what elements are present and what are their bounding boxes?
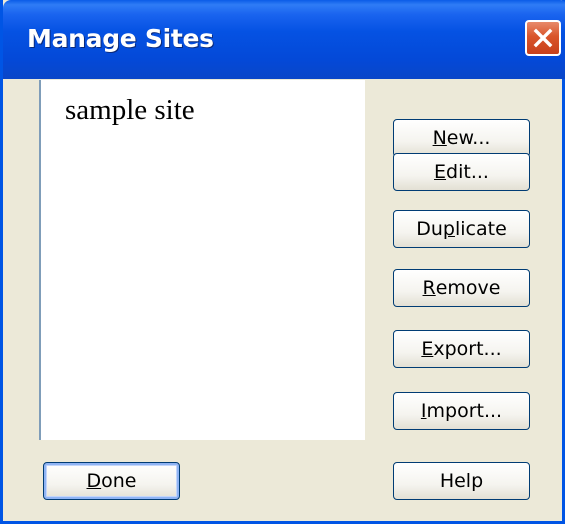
sites-list[interactable]: sample site <box>39 80 365 440</box>
export-button[interactable]: Export... <box>393 330 530 368</box>
new-button[interactable]: New... <box>393 119 530 157</box>
remove-button[interactable]: Remove <box>393 269 530 307</box>
import-button[interactable]: Import... <box>393 392 530 430</box>
manage-sites-dialog: Manage Sites sample site New... Edit... … <box>0 0 565 524</box>
edit-button[interactable]: Edit... <box>393 153 530 191</box>
title-bar: Manage Sites <box>3 0 565 79</box>
close-button[interactable] <box>525 20 561 56</box>
duplicate-button[interactable]: Du p licate <box>393 210 530 248</box>
close-icon <box>533 28 553 48</box>
list-item[interactable]: sample site <box>65 94 195 127</box>
window-title: Manage Sites <box>27 24 214 53</box>
done-button[interactable]: Done <box>43 462 180 500</box>
help-button[interactable]: Help <box>393 462 530 500</box>
